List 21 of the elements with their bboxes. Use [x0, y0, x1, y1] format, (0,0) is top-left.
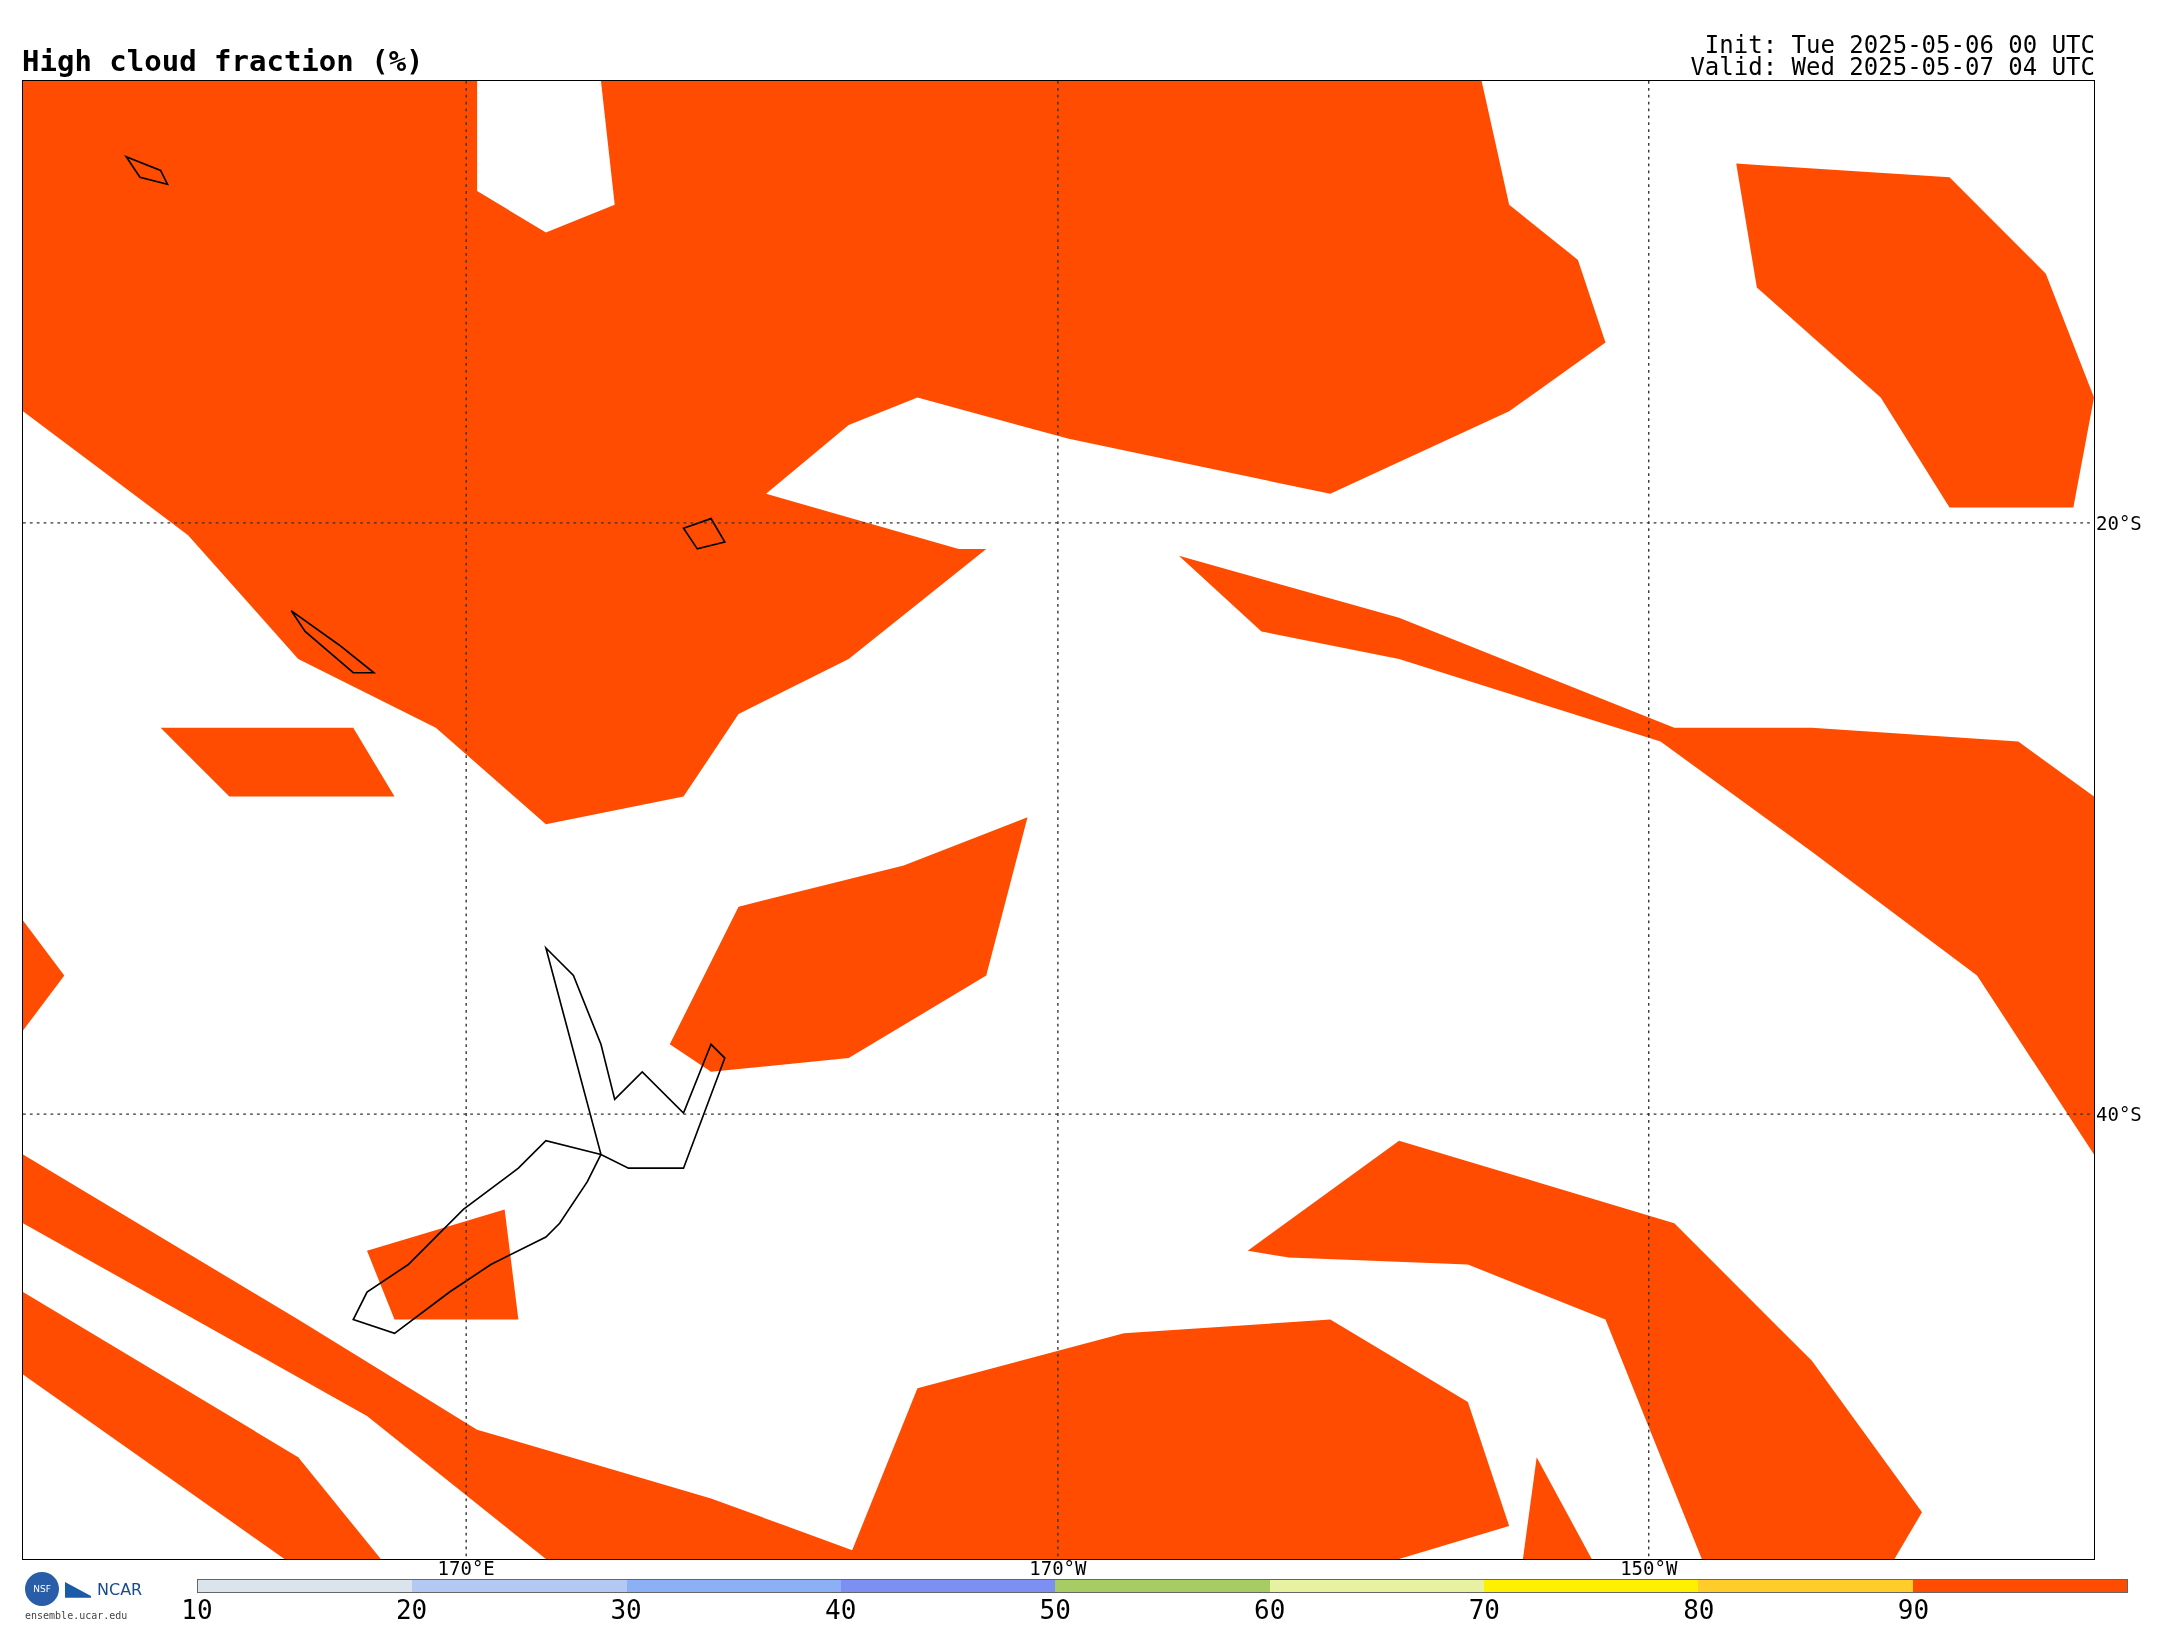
colorbar-tick-label: 40 — [825, 1597, 857, 1623]
longitude-label: 170°E — [437, 1559, 495, 1578]
nsf-logo: NSF — [25, 1572, 59, 1606]
colorbar-tick-label: 10 — [181, 1597, 213, 1623]
colorbar-tick-label: 60 — [1254, 1597, 1286, 1623]
latitude-label: 20°S — [2095, 513, 2142, 533]
colorbar-tick-label: 30 — [610, 1597, 642, 1623]
colorbar-tick-label: 50 — [1039, 1597, 1071, 1623]
longitude-label: 170°W — [1029, 1559, 1087, 1578]
colorbar-tick-label: 90 — [1897, 1597, 1930, 1623]
init-time: Init: Tue 2025-05-06 00 UTC — [1704, 33, 2095, 56]
colorbar-tick-label: 80 — [1683, 1597, 1715, 1623]
ncar-logo-icon — [65, 1580, 91, 1598]
longitude-label: 150°W — [1620, 1559, 1678, 1578]
colorbar-tick-label: 20 — [395, 1597, 428, 1623]
ncar-logo: NCAR — [97, 1579, 143, 1599]
valid-time: Valid: Wed 2025-05-07 04 UTC — [1690, 55, 2095, 78]
latitude-label: 40°S — [2095, 1104, 2142, 1124]
website-url: ensemble.ucar.edu — [25, 1610, 129, 1621]
chart-title: High cloud fraction (%) — [22, 47, 424, 76]
colorbar-tick-label: 70 — [1468, 1597, 1500, 1623]
